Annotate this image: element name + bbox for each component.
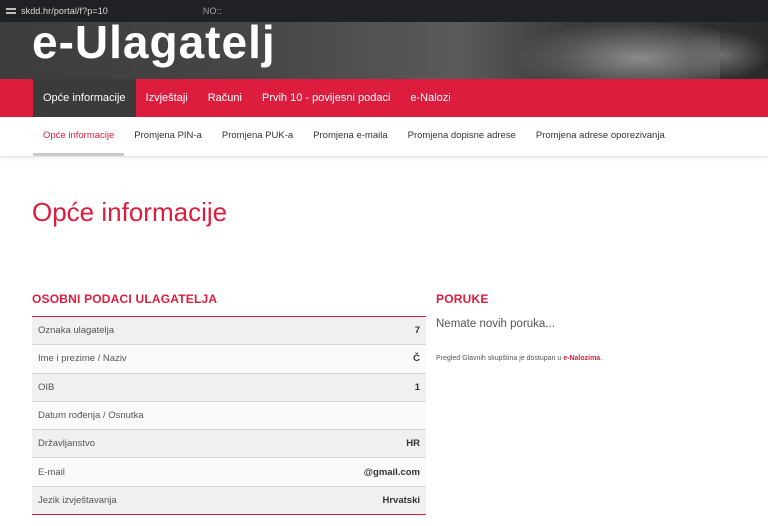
row-label: Datum rođenja / Osnutka [38,410,144,422]
table-row: Jezik izvještavanja Hrvatski [32,486,426,516]
table-row: Datum rođenja / Osnutka [32,401,426,431]
app-title: e-Ulagatelj [32,22,276,68]
row-label: Ime i prezime / Naziv [38,353,127,365]
row-value: 1 [414,381,420,393]
table-row: Oznaka ulagatelja 7 [32,317,426,346]
row-value: HR [406,438,420,450]
url-text: skdd.hr/portal/f?p=10 NO:: [21,6,222,16]
nav-izvjestaji[interactable]: Izvještaji [136,79,198,117]
e-nalozi-link[interactable]: e-Nalozima [563,355,600,362]
sub-navigation: Opće informacije Promjena PIN-a Promjena… [0,117,768,157]
subnav-opce-informacije[interactable]: Opće informacije [33,117,125,156]
messages-note-text: Pregled Glavnih skupština je dostupan u [436,355,564,362]
messages-empty-text: Nemate novih poruka... [436,318,555,330]
table-row: Ime i prezime / Naziv Č [32,345,426,374]
nav-opce-informacije[interactable]: Opće informacije [33,79,136,117]
subnav-promjena-email[interactable]: Promjena e-maila [303,117,397,156]
table-row: E-mail @gmail.com [32,458,426,487]
row-label: Jezik izvještavanja [38,494,117,506]
messages-note: Pregled Glavnih skupština je dostupan u … [436,355,602,362]
table-row: OIB 1 [32,373,426,402]
row-value: 7 [414,325,420,337]
site-settings-icon[interactable] [6,6,16,16]
nav-racuni[interactable]: Računi [198,79,252,117]
row-label: E-mail [38,466,65,478]
subnav-promjena-puk[interactable]: Promjena PUK-a [212,117,303,156]
nav-e-nalozi[interactable]: e-Nalozi [400,79,460,117]
table-row: Državljanstvo HR [32,430,426,459]
personal-data-heading: OSOBNI PODACI ULAGATELJA [32,292,218,306]
subnav-promjena-dopisne-adrese[interactable]: Promjena dopisne adrese [398,117,526,156]
nav-prvih-10[interactable]: Prvih 10 - povijesni podaci [252,79,400,117]
row-label: Državljanstvo [38,438,96,450]
subnav-promjena-adrese-oporezivanja[interactable]: Promjena adrese oporezivanja [526,117,675,156]
row-value: Hrvatski [382,494,421,506]
row-label: OIB [38,381,55,393]
row-label: Oznaka ulagatelja [38,325,115,337]
messages-heading: PORUKE [436,292,489,306]
personal-data-table: Oznaka ulagatelja 7 Ime i prezime / Nazi… [32,316,426,516]
page-title: Opće informacije [32,197,228,227]
row-value: @gmail.com [363,466,420,478]
browser-address-bar[interactable]: skdd.hr/portal/f?p=10 NO:: [0,0,768,22]
main-navigation: Opće informacije Izvještaji Računi Prvih… [0,79,768,117]
subnav-promjena-pin[interactable]: Promjena PIN-a [124,117,212,156]
messages-note-end: . [600,355,603,362]
row-value: Č [413,353,420,365]
banner-image-laptop [690,30,768,79]
header-banner: e-Ulagatelj [0,22,768,79]
